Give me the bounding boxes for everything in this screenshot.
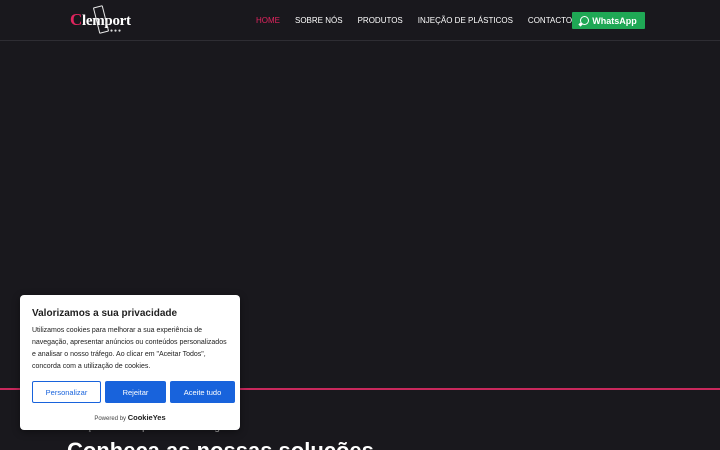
logo-dots: ●●● [110,28,123,34]
accept-all-button[interactable]: Aceite tudo [170,381,235,403]
cookie-consent-banner: Valorizamos a sua privacidade Utilizamos… [20,295,240,430]
powered-by: Powered by CookieYes [20,413,240,422]
nav-item-home[interactable]: HOME [256,15,280,27]
whatsapp-icon [580,16,590,25]
nav-item-produtos[interactable]: PRODUTOS [358,15,403,27]
whatsapp-label: WhatsApp [592,15,637,26]
main-nav: HOME SOBRE NÓS PRODUTOS INJEÇÃO DE PLÁST… [256,15,618,27]
nav-item-sobre-nos[interactable]: SOBRE NÓS [295,15,343,27]
reject-button[interactable]: Rejeitar [105,381,166,403]
cookie-actions: Personalizar Rejeitar Aceite tudo [32,381,235,403]
whatsapp-button[interactable]: WhatsApp [572,12,645,29]
site-logo[interactable]: Clemport ●●● [70,5,131,34]
powered-prefix: Powered by [94,416,127,422]
customize-button[interactable]: Personalizar [32,381,101,403]
cookieyes-logo[interactable]: CookieYes [128,413,166,422]
cookie-title: Valorizamos a sua privacidade [32,308,178,319]
site-header: Clemport ●●● HOME SOBRE NÓS PRODUTOS INJ… [0,0,720,41]
hero-title: Conheça as nossas soluções [67,438,374,450]
nav-item-injecao-plasticos[interactable]: INJEÇÃO DE PLÁSTICOS [418,15,513,27]
cookie-description: Utilizamos cookies para melhorar a sua e… [32,327,227,370]
nav-item-contactos[interactable]: CONTACTOS [528,15,577,27]
